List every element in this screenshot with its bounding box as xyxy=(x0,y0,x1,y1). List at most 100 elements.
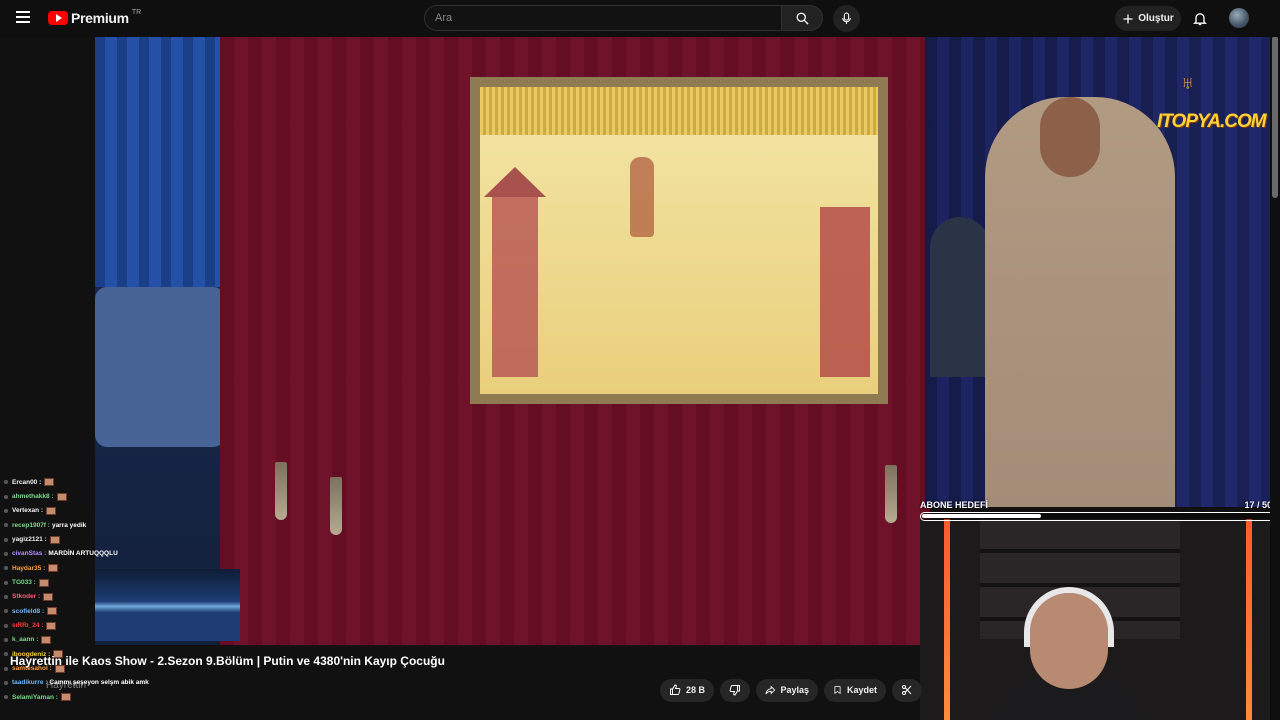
emote-icon xyxy=(48,564,59,573)
emote-icon xyxy=(43,592,54,601)
bell-icon xyxy=(1193,13,1207,26)
platform-icon xyxy=(4,680,8,685)
sponsor-mark-icon: ♅ xyxy=(1181,73,1195,93)
chat-message: taadikurre : Cammı şeşeyon selşm abik amk xyxy=(0,676,255,690)
emote-icon xyxy=(46,506,57,515)
studio-curtain xyxy=(95,37,220,287)
search-button[interactable] xyxy=(781,5,823,31)
search-input[interactable] xyxy=(425,6,745,30)
voice-search-button[interactable] xyxy=(833,5,860,32)
show-host-head xyxy=(1040,97,1100,177)
emote-icon xyxy=(47,607,58,616)
platform-icon xyxy=(4,609,8,614)
save-label: Kaydet xyxy=(846,685,877,695)
platform-icon xyxy=(4,652,8,657)
region-code: TR xyxy=(131,8,142,16)
chat-username: Ercan00 : xyxy=(12,478,42,486)
platform-icon xyxy=(4,537,8,542)
thumbs-down-icon xyxy=(729,685,740,696)
youtube-premium-logo[interactable]: Premium TR xyxy=(48,8,142,26)
chat-username: civanStas : xyxy=(12,550,47,558)
platform-icon xyxy=(4,623,8,628)
chat-username: TG033 : xyxy=(12,579,36,587)
subscriber-goal-label: ABONE HEDEFİ xyxy=(920,500,989,510)
chat-username: ahmethakk8 : xyxy=(12,493,54,501)
dislike-button[interactable] xyxy=(720,678,750,702)
chat-message: ahmethakk8 : xyxy=(0,489,255,503)
chat-username: recep1907f : xyxy=(12,521,50,529)
chat-text: yarra yedik xyxy=(51,521,87,529)
led-strip xyxy=(1246,519,1252,720)
platform-icon xyxy=(4,594,8,599)
curtain-tassel xyxy=(275,462,287,520)
curtain-tassel xyxy=(330,477,342,535)
chat-message: TG033 : xyxy=(0,575,255,589)
share-button[interactable]: Paylaş xyxy=(756,678,818,702)
platform-icon xyxy=(4,666,8,671)
emote-icon xyxy=(38,578,49,587)
tower-silhouette xyxy=(820,207,870,377)
channel-name[interactable]: Hayrettin xyxy=(46,680,86,691)
sponsor-logo: ITOPYA.COM xyxy=(1157,111,1267,132)
shadow-play-curtain xyxy=(220,37,930,645)
subscriber-goal: ABONE HEDEFİ 17 / 50 xyxy=(920,500,1270,524)
chat-message: k_aann : xyxy=(0,633,255,647)
like-button[interactable]: 28 B xyxy=(660,678,714,702)
chat-username: sıRRı_24 : xyxy=(12,622,44,630)
scissors-icon xyxy=(902,685,912,695)
chat-message: SelamiYaman : xyxy=(0,690,255,704)
chat-username: Haydar35 : xyxy=(12,564,46,572)
chat-message: sıRRı_24 : xyxy=(0,618,255,632)
platform-icon xyxy=(4,637,8,642)
menu-icon[interactable] xyxy=(16,11,30,23)
subscriber-goal-count: 17 / 50 xyxy=(1244,500,1270,510)
chat-username: scofield8 : xyxy=(12,607,45,615)
emote-icon xyxy=(60,693,71,702)
screen-fringe xyxy=(480,87,878,135)
save-button[interactable]: Kaydet xyxy=(824,678,886,702)
video-actions: 28 B Paylaş Kaydet xyxy=(660,678,922,702)
share-label: Paylaş xyxy=(780,685,809,695)
chat-message: Vertexan : xyxy=(0,504,255,518)
tower-silhouette xyxy=(484,167,546,377)
notifications-button[interactable] xyxy=(1192,10,1208,32)
youtube-play-icon xyxy=(48,11,68,25)
page-scrollbar[interactable] xyxy=(1270,0,1280,720)
chat-message: Ercan00 : xyxy=(0,475,255,489)
platform-icon xyxy=(4,494,8,499)
chat-message: scofield8 : xyxy=(0,604,255,618)
studio-chair xyxy=(95,287,225,447)
chat-message: Haydar35 : xyxy=(0,561,255,575)
platform-icon xyxy=(4,695,8,700)
subscriber-goal-track xyxy=(920,512,1270,521)
chat-username: yagiz2121 : xyxy=(12,536,47,544)
clip-button[interactable] xyxy=(892,678,922,702)
curtain-tassel xyxy=(885,465,897,523)
chat-username: Stkoder : xyxy=(12,593,41,601)
chat-message: Stkoder : xyxy=(0,590,255,604)
platform-icon xyxy=(4,508,8,513)
chat-username: k_aann : xyxy=(12,636,39,644)
like-count: 28 B xyxy=(686,685,706,695)
platform-icon xyxy=(4,580,8,585)
chat-username: Vertexan : xyxy=(12,507,44,515)
led-strip xyxy=(944,519,950,720)
chat-message: recep1907f : yarra yedik xyxy=(0,518,255,532)
emote-icon xyxy=(41,635,52,644)
video-player[interactable]: ♅ ITOPYA.COM ABONE HEDEFİ 17 / 50 Ercan0… xyxy=(0,37,1270,720)
streamer-webcam xyxy=(920,519,1270,720)
karagoz-puppet xyxy=(630,157,654,237)
account-avatar[interactable] xyxy=(1229,8,1249,28)
bookmark-icon xyxy=(834,686,841,695)
chat-message: civanStas : MARDİN ARTUQQQLU xyxy=(0,547,255,561)
mic-icon xyxy=(842,12,851,24)
emote-icon xyxy=(56,492,67,501)
scrollbar-thumb[interactable] xyxy=(1272,36,1278,198)
stream-chat-overlay: Ercan00 : ahmethakk8 : Vertexan : recep1907… xyxy=(0,475,255,720)
masthead: Premium TR Oluştur xyxy=(0,0,1280,37)
thumbs-up-icon xyxy=(670,684,681,695)
platform-icon xyxy=(4,480,8,485)
platform-icon xyxy=(4,523,8,528)
share-icon xyxy=(765,685,776,695)
create-button[interactable]: Oluştur xyxy=(1115,6,1181,31)
